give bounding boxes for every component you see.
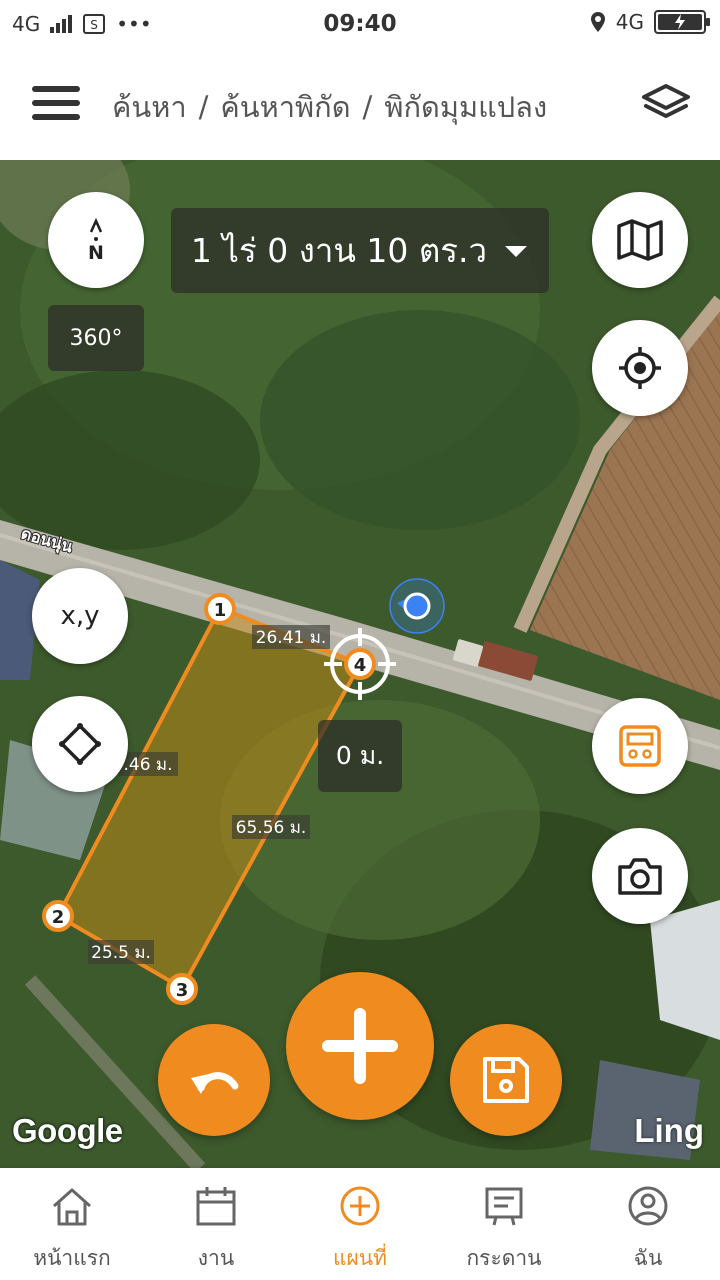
nav-item-tasks[interactable]: งาน (144, 1168, 288, 1280)
breadcrumb: ค้นหา / ค้นหาพิกัด / พิกัดมุมแปลง (112, 84, 547, 130)
undo-icon (191, 1072, 239, 1094)
breadcrumb-item-plot-corners: พิกัดมุมแปลง (384, 90, 548, 124)
breadcrumb-separator: / (198, 90, 209, 124)
svg-text:2: 2 (52, 907, 65, 928)
svg-text:26.41 ม.: 26.41 ม. (256, 628, 327, 648)
svg-text:.46 ม.: .46 ม. (123, 755, 172, 775)
menu-icon[interactable] (32, 86, 80, 122)
vertex-mode-button[interactable] (32, 696, 128, 792)
edge-label-2-3: 25.5 ม. (88, 940, 154, 964)
nav-item-map[interactable]: แผนที่ (288, 1168, 432, 1280)
target-icon (619, 347, 661, 389)
add-point-button[interactable] (286, 972, 434, 1120)
rotation-readout: 360° (48, 305, 144, 371)
user-icon (628, 1186, 668, 1226)
plus-circle-icon (340, 1186, 380, 1226)
vertex-1[interactable]: 1 (204, 593, 236, 625)
battery-icon (654, 10, 710, 34)
camera-icon (618, 858, 662, 895)
svg-text:65.56 ม.: 65.56 ม. (236, 818, 307, 838)
device-icon (619, 725, 661, 767)
north-arrow-icon (89, 217, 103, 233)
breadcrumb-separator: / (362, 90, 373, 124)
svg-text:1: 1 (214, 600, 227, 621)
home-icon (53, 1188, 91, 1226)
network-type-right: 4G (615, 10, 644, 34)
board-icon (485, 1187, 523, 1226)
plus-icon (322, 1008, 398, 1084)
camera-button[interactable] (592, 828, 688, 924)
map-icon (617, 219, 663, 261)
edge-label-1-4: 26.41 ม. (252, 625, 330, 649)
compass-letter: N (88, 241, 104, 264)
save-button[interactable] (450, 1024, 562, 1136)
nav-label-me: ฉัน (633, 1246, 663, 1270)
vertex-4[interactable]: 4 (344, 648, 376, 680)
compass-button[interactable]: N (48, 192, 144, 288)
diamond-icon (59, 723, 101, 765)
undo-button[interactable] (158, 1024, 270, 1136)
vertex-3[interactable]: 3 (166, 973, 198, 1005)
layers-icon[interactable] (640, 82, 692, 124)
app-header: ค้นหา / ค้นหาพิกัด / พิกัดมุมแปลง (0, 50, 720, 160)
breadcrumb-item-coordinate-search[interactable]: ค้นหาพิกัด (220, 90, 350, 124)
map-type-button[interactable] (592, 192, 688, 288)
gps-device-button[interactable] (592, 698, 688, 794)
location-pin-icon (590, 12, 605, 32)
nav-item-me[interactable]: ฉัน (576, 1168, 720, 1280)
save-icon (483, 1057, 529, 1103)
current-location-icon (389, 578, 445, 634)
locate-me-button[interactable] (592, 320, 688, 416)
nav-item-board[interactable]: กระดาน (432, 1168, 576, 1280)
edge-label-3-4: 65.56 ม. (232, 815, 310, 839)
vertex-2[interactable]: 2 (42, 900, 74, 932)
compass-dot (94, 236, 98, 241)
area-dropdown[interactable]: 1 ไร่ 0 งาน 10 ตร.ว (171, 208, 549, 293)
nav-label-tasks: งาน (197, 1246, 235, 1270)
status-bar: 4G S ••• 09:40 4G (0, 0, 720, 50)
xy-coordinate-button[interactable]: x,y (32, 568, 128, 664)
edge-label-1-2: .46 ม. (118, 752, 178, 776)
area-value: 1 ไร่ 0 งาน 10 ตร.ว (190, 231, 488, 270)
nav-label-board: กระดาน (466, 1246, 542, 1270)
google-logo: Google (12, 1112, 123, 1149)
nav-item-home[interactable]: หน้าแรก (0, 1168, 144, 1280)
xy-label: x,y (60, 601, 100, 631)
svg-text:3: 3 (176, 980, 189, 1001)
svg-text:25.5 ม.: 25.5 ม. (91, 943, 151, 963)
breadcrumb-item-search[interactable]: ค้นหา (112, 90, 187, 124)
calendar-icon (196, 1187, 236, 1226)
map-view[interactable]: ดอนนุ่น 26.41 ม. .46 ม. 65.56 ม. 25.5 ม.… (0, 160, 720, 1168)
map-credit: Ling (634, 1112, 704, 1149)
nav-label-home: หน้าแรก (33, 1246, 111, 1270)
distance-readout: 0 ม. (318, 720, 402, 792)
nav-label-map: แผนที่ (332, 1246, 388, 1270)
svg-text:4: 4 (354, 655, 367, 676)
chevron-down-icon (505, 245, 528, 257)
bottom-navigation: หน้าแรก งาน แผนที่ กระดาน ฉัน (0, 1168, 720, 1280)
